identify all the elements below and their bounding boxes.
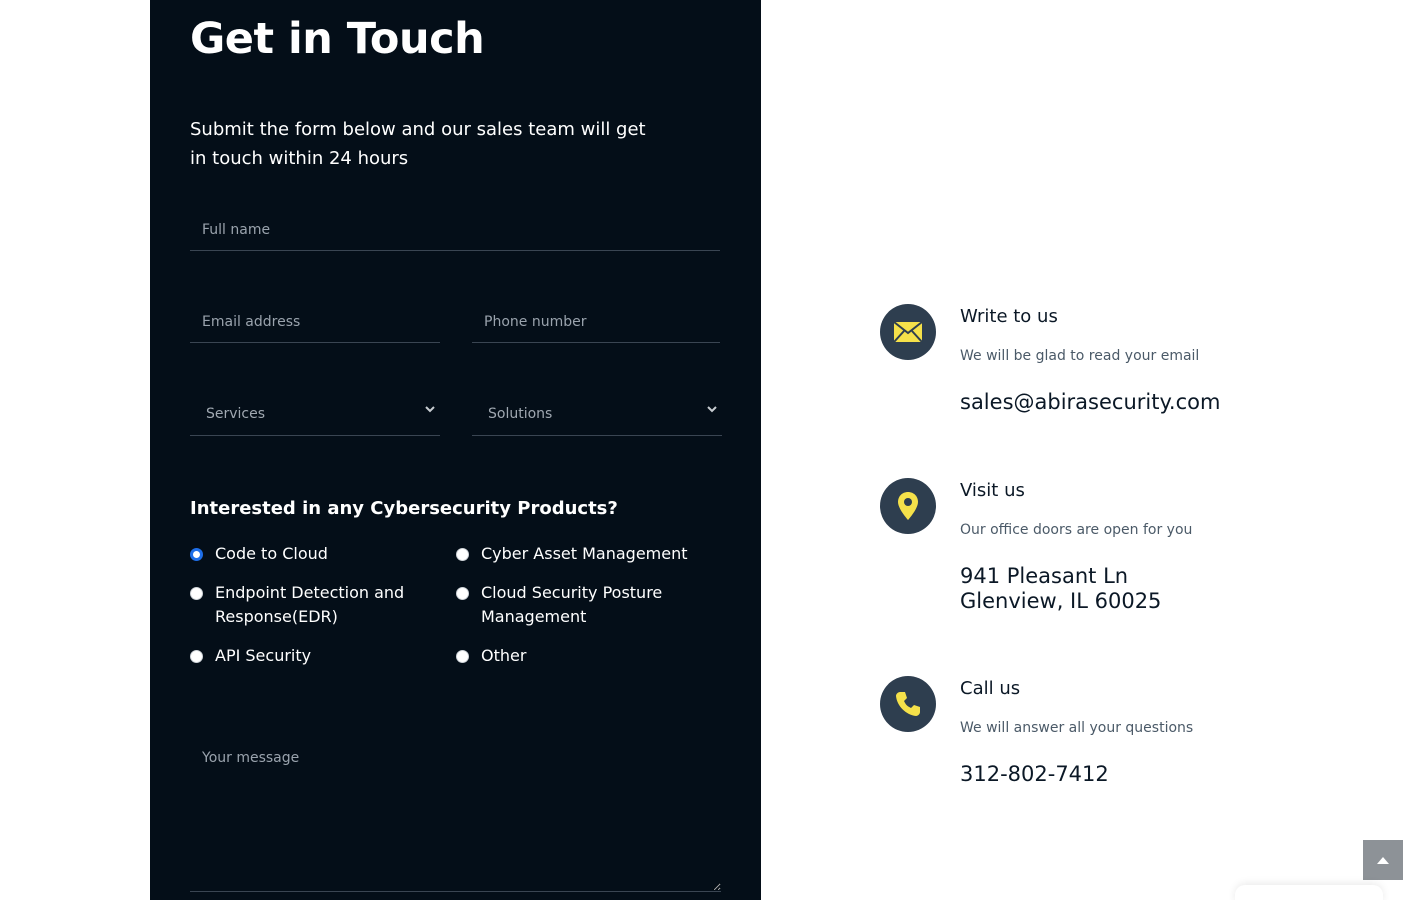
option-label: Other [481, 646, 527, 665]
chat-widget-tab[interactable] [1235, 885, 1383, 900]
write-title: Write to us [960, 306, 1058, 327]
option-label: Cyber Asset Management [481, 544, 688, 563]
option-label: Code to Cloud [215, 544, 328, 563]
form-subtitle: Submit the form below and our sales team… [190, 119, 646, 169]
solutions-select-value: Solutions [488, 406, 553, 422]
write-subtitle: We will be glad to read your email [960, 348, 1200, 364]
option-label: API Security [215, 646, 312, 665]
chevron-up-icon [1377, 857, 1389, 864]
radio-button[interactable] [190, 548, 203, 561]
radio-button[interactable] [456, 650, 469, 663]
radio-button[interactable] [456, 587, 469, 600]
solutions-select[interactable]: Solutions [472, 394, 722, 436]
radio-button[interactable] [190, 650, 203, 663]
services-select-value: Services [206, 406, 266, 422]
contact-phone-block: Call us We will answer all your question… [880, 676, 1280, 796]
radio-button[interactable] [190, 587, 203, 600]
contact-form-panel: Get in Touch Submit the form below and o… [150, 0, 761, 900]
email-link[interactable]: sales@abirasecurity.com [960, 390, 1220, 415]
chevron-down-icon [706, 402, 718, 420]
radio-button[interactable] [456, 548, 469, 561]
option-label: Cloud Security Posture Management [481, 583, 663, 626]
map-pin-icon [880, 478, 936, 534]
products-heading: Interested in any Cybersecurity Products… [190, 498, 618, 519]
phone-link[interactable]: 312-802-7412 [960, 762, 1109, 787]
address-line-2: Glenview, IL 60025 [960, 589, 1162, 613]
full-name-input[interactable] [190, 209, 720, 251]
chevron-down-icon [424, 402, 436, 420]
address-line-1: 941 Pleasant Ln [960, 564, 1129, 588]
call-title: Call us [960, 678, 1021, 699]
envelope-icon [880, 304, 936, 360]
option-label: Endpoint Detection and Response(EDR) [215, 583, 405, 626]
contact-address-block: Visit us Our office doors are open for y… [880, 478, 1280, 618]
services-select[interactable]: Services [190, 394, 440, 436]
contact-email-block: Write to us We will be glad to read your… [880, 304, 1280, 424]
phone-input[interactable] [472, 301, 720, 343]
phone-icon [880, 676, 936, 732]
message-textarea[interactable] [190, 740, 721, 892]
visit-subtitle: Our office doors are open for you [960, 522, 1193, 538]
page-title: Get in Touch [190, 14, 485, 64]
email-input[interactable] [190, 301, 440, 343]
visit-title: Visit us [960, 480, 1025, 501]
call-subtitle: We will answer all your questions [960, 720, 1194, 736]
scroll-to-top-button[interactable] [1363, 840, 1403, 880]
